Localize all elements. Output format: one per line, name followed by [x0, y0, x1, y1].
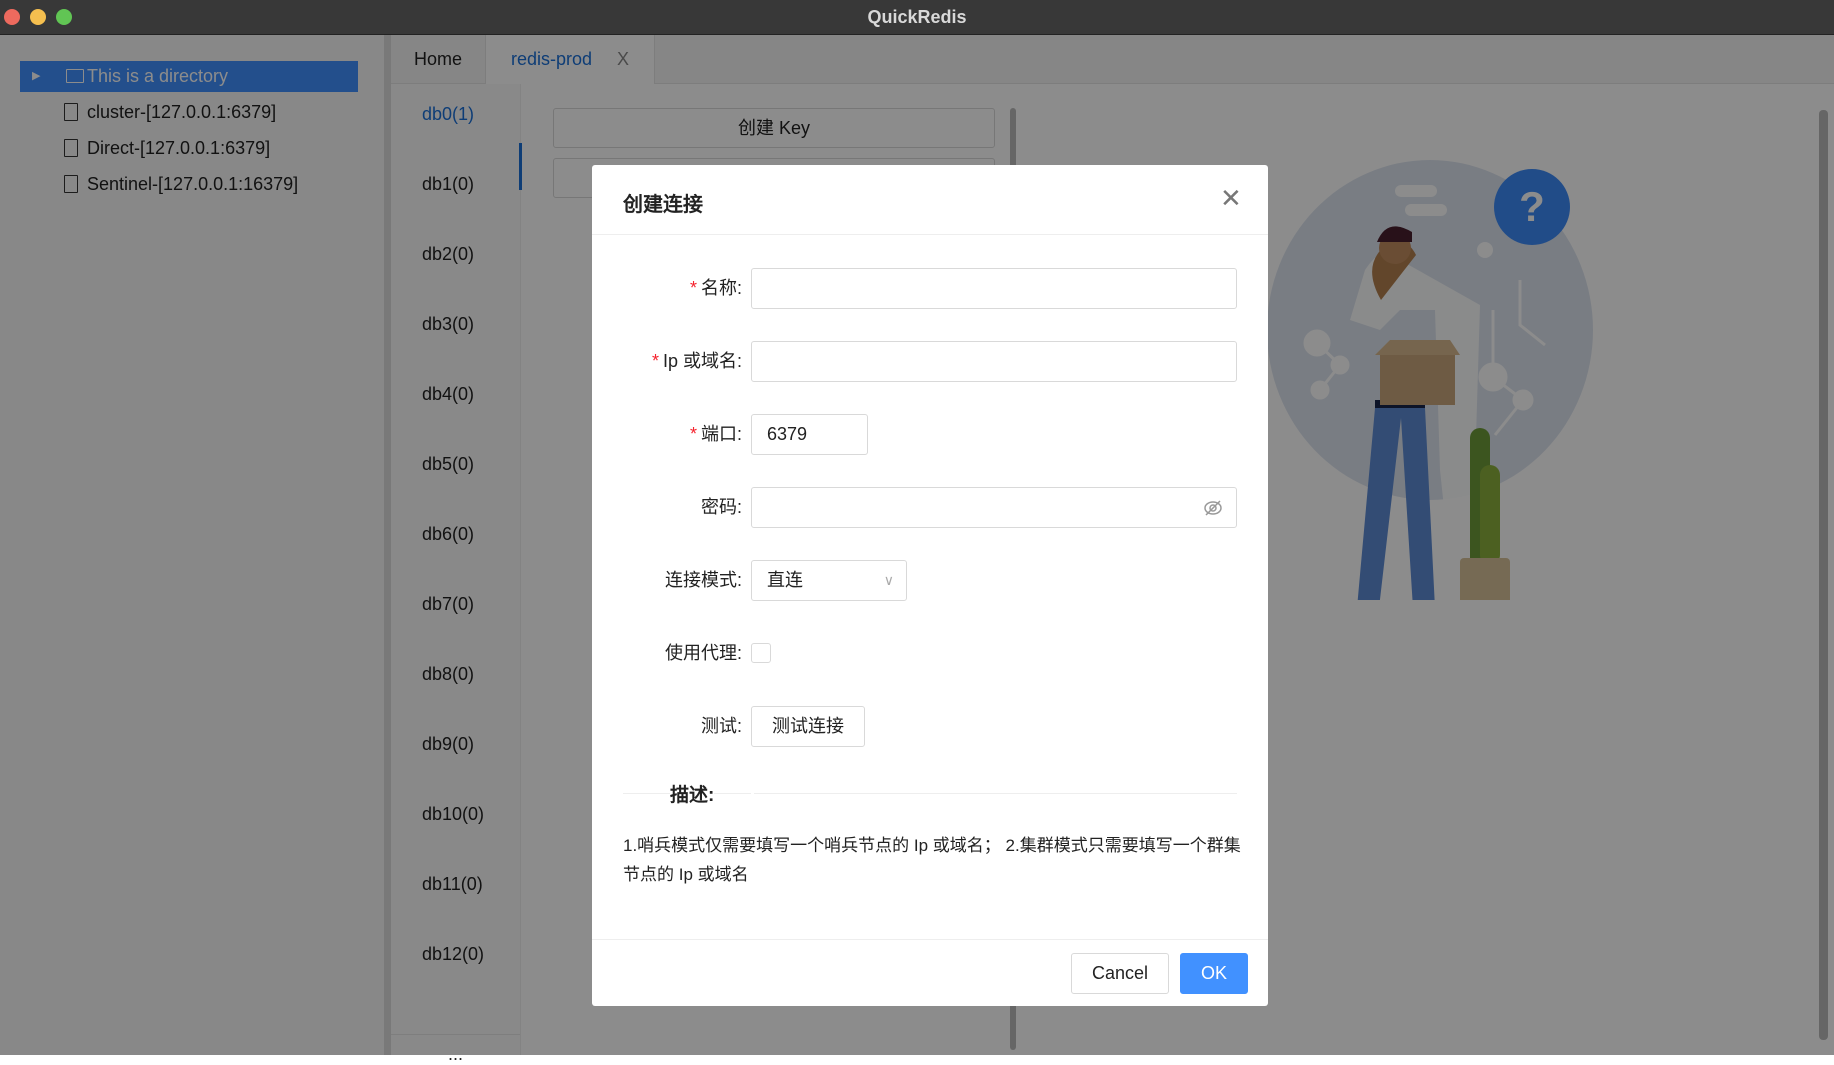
name-input[interactable]: [751, 268, 1237, 309]
port-input[interactable]: [751, 414, 868, 455]
divider: [754, 793, 1237, 794]
dialog-title: 创建连接: [623, 194, 703, 216]
password-input[interactable]: [751, 487, 1237, 528]
host-label: * Ip 或域名:: [592, 341, 742, 382]
mode-select[interactable]: 直连 ∨: [751, 560, 907, 601]
test-label: 测试:: [700, 716, 742, 736]
host-input[interactable]: [751, 341, 1237, 382]
proxy-checkbox[interactable]: [751, 643, 771, 663]
ok-button[interactable]: OK: [1180, 953, 1248, 994]
title-bar: QuickRedis: [0, 0, 1834, 35]
chevron-down-icon: ∨: [883, 572, 894, 588]
cancel-button[interactable]: Cancel: [1071, 953, 1169, 994]
proxy-label: 使用代理:: [664, 643, 742, 663]
create-connection-dialog: 创建连接 ✕ *名称: *Ip 或域名: *端口: 密码: 连接模式: 直连 ∨…: [592, 165, 1268, 1006]
description-title: 描述:: [670, 780, 715, 807]
name-label: * 名称:: [592, 268, 742, 309]
description-text: 1.哨兵模式仅需要填写一个哨兵节点的 Ip 或域名； 2.集群模式只需要填写一个…: [623, 836, 1241, 884]
label-text: Ip 或域名:: [662, 351, 742, 371]
label-text: 端口:: [700, 424, 742, 444]
mode-label: 连接模式:: [664, 570, 742, 590]
password-label: 密码:: [700, 497, 742, 517]
required-mark: *: [689, 278, 697, 298]
required-mark: *: [651, 351, 659, 371]
port-label: * 端口:: [592, 414, 742, 455]
window-title: QuickRedis: [867, 7, 967, 27]
close-icon[interactable]: ✕: [1220, 183, 1242, 214]
mode-select-value: 直连: [767, 570, 803, 590]
eye-invisible-icon[interactable]: [1203, 498, 1223, 518]
label-text: 名称:: [700, 278, 742, 298]
dialog-footer-divider: [592, 939, 1268, 940]
required-mark: *: [689, 424, 697, 444]
test-connection-button[interactable]: 测试连接: [751, 706, 865, 747]
dialog-header: 创建连接 ✕: [592, 165, 1268, 235]
